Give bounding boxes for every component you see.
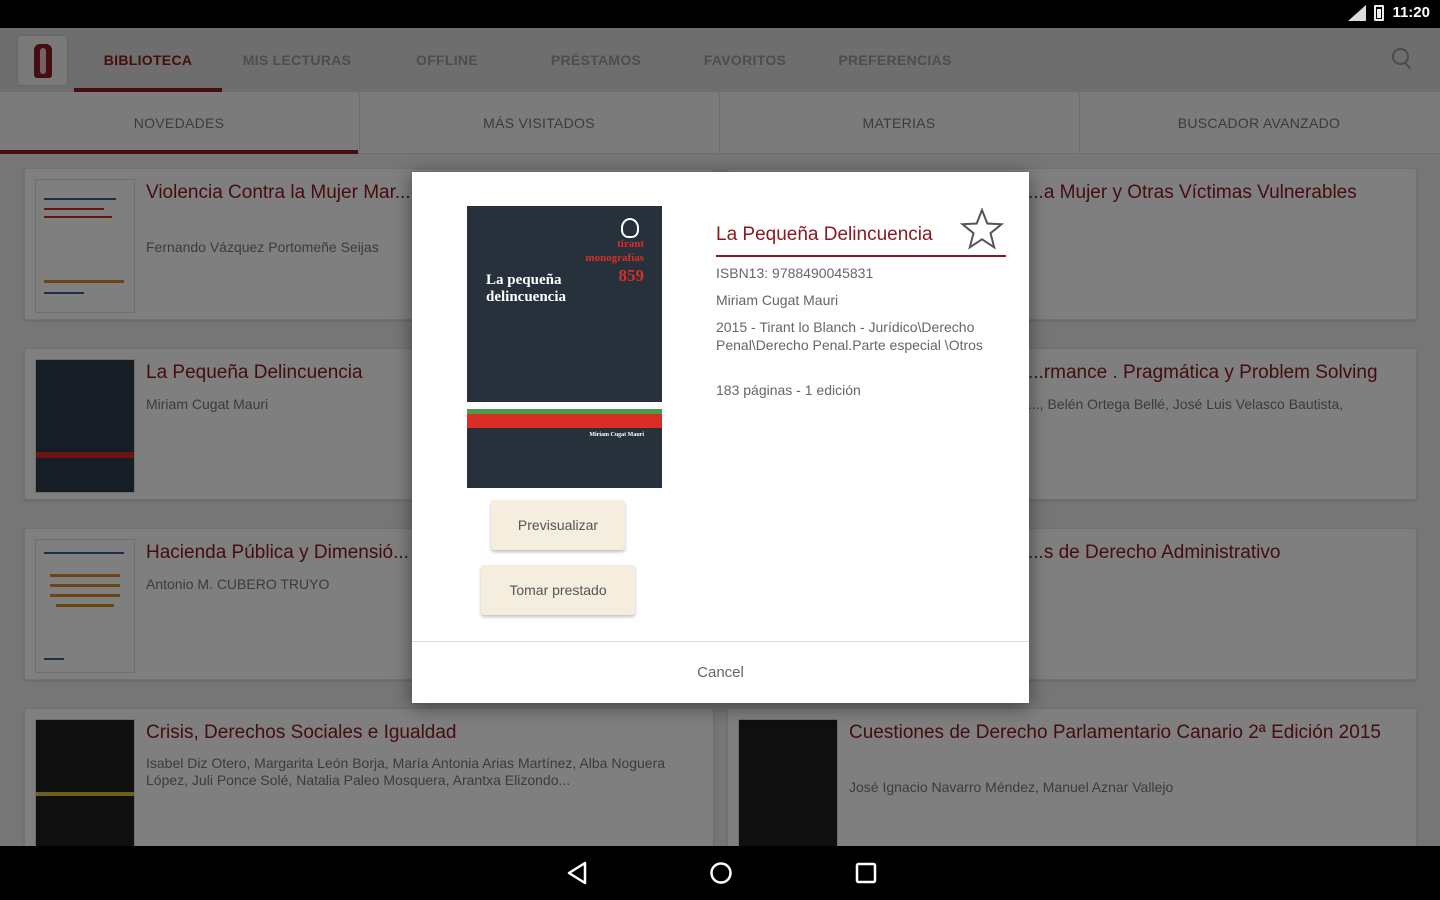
isbn-text: ISBN13: 9788490045831 <box>716 265 874 281</box>
status-bar: 11:20 <box>0 0 1440 28</box>
book-detail-dialog: tirant monografías 859 La pequeña delinc… <box>412 172 1029 703</box>
back-icon[interactable] <box>565 860 591 886</box>
status-time: 11:20 <box>1392 4 1430 21</box>
dialog-book-title: La Pequeña Delincuencia <box>716 224 933 245</box>
author-text: Miriam Cugat Mauri <box>716 292 839 308</box>
screen: 11:20 BIBLIOTECA MIS LECTURAS OFFLINE PR… <box>0 0 1440 900</box>
preview-button[interactable]: Previsualizar <box>491 500 625 550</box>
status-indicators: 11:20 <box>1348 4 1430 21</box>
publisher-seal-icon <box>621 218 639 238</box>
favorite-star-icon[interactable] <box>960 208 1004 250</box>
cover-series-line1: tirant <box>617 238 644 250</box>
navigation-bar <box>0 846 1440 900</box>
signal-icon <box>1348 4 1367 21</box>
cover-author: Miriam Cugat Mauri <box>589 432 644 438</box>
publication-text: 2015 - Tirant lo Blanch - Jurídico\Derec… <box>716 319 983 353</box>
home-icon[interactable] <box>708 860 734 886</box>
cover-decoration <box>467 414 662 428</box>
borrow-button[interactable]: Tomar prestado <box>481 565 635 615</box>
cover-title: La pequeña delincuencia <box>486 272 567 305</box>
title-underline <box>716 255 1006 257</box>
cover-series-number: 859 <box>618 266 645 285</box>
battery-icon <box>1374 4 1385 21</box>
pages-text: 183 páginas - 1 edición <box>716 382 861 398</box>
cover-decoration <box>467 402 662 409</box>
cancel-button[interactable]: Cancel <box>412 642 1029 703</box>
cover-series-line2: monografías <box>585 252 644 264</box>
recent-apps-icon[interactable] <box>853 860 879 886</box>
dialog-book-cover: tirant monografías 859 La pequeña delinc… <box>467 206 662 488</box>
